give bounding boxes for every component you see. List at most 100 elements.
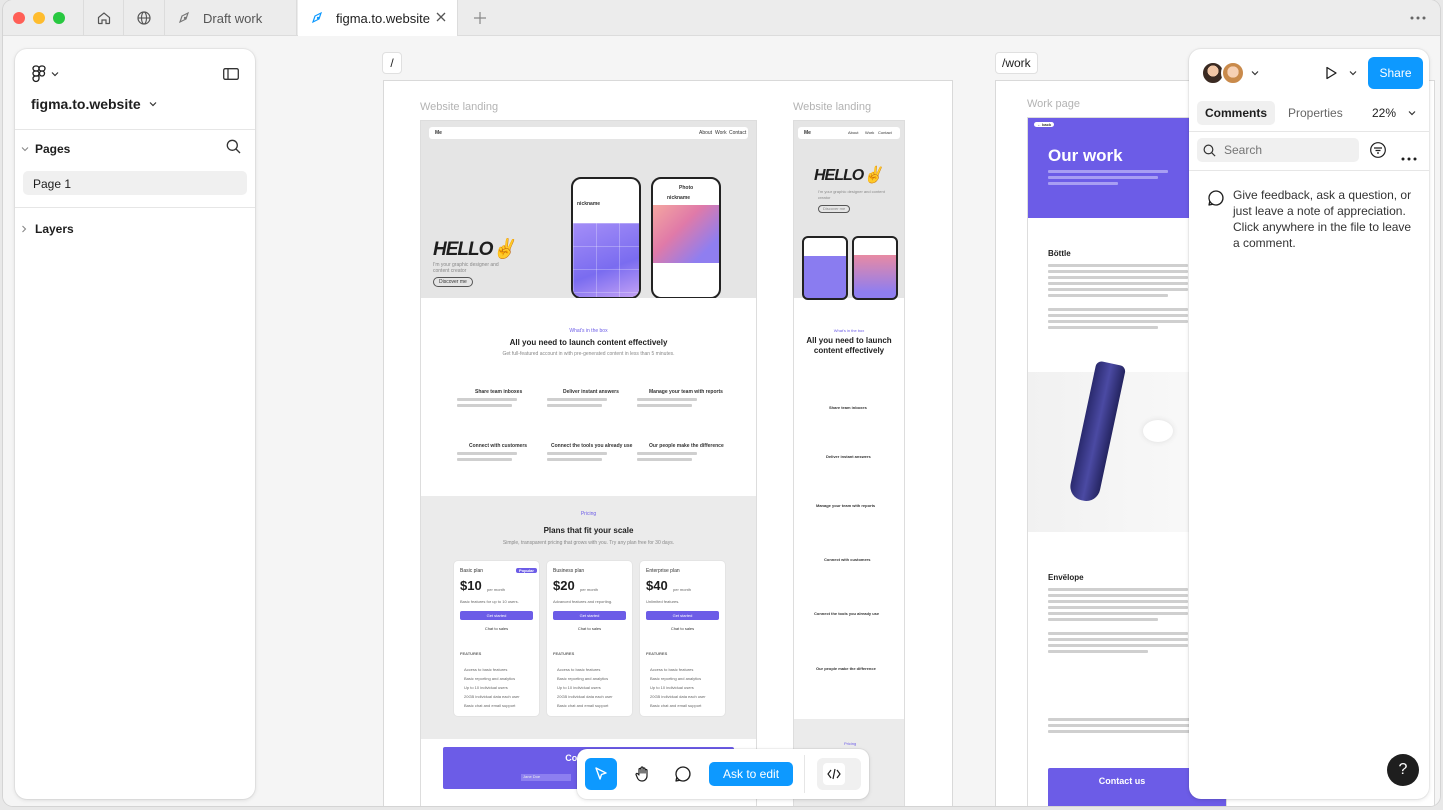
tab-comments[interactable]: Comments <box>1197 101 1276 125</box>
tab-draft-work[interactable]: Draft work <box>165 0 297 36</box>
plus-icon <box>474 12 486 24</box>
chat-sales-button[interactable]: Chat to sales <box>460 624 533 633</box>
feature-title: Share team inboxes <box>829 405 867 410</box>
frame-label: Work page <box>1027 98 1080 110</box>
community-tab[interactable] <box>124 0 165 36</box>
maximize-window-button[interactable] <box>53 12 65 24</box>
search-input[interactable] <box>1224 143 1354 157</box>
bottom-toolbar: Ask to edit <box>577 749 869 799</box>
tab-figma-to-website[interactable]: figma.to.website <box>298 0 458 36</box>
plan-feature: Basic chat and email support <box>464 703 516 708</box>
page-item-page-1[interactable]: Page 1 <box>23 171 247 195</box>
plan-feature: Access to basic features <box>464 667 508 672</box>
plan-card: Enterprise plan $40 per month Unlimited … <box>640 561 725 716</box>
chevron-down-icon <box>21 147 29 152</box>
contact-title: Contact us <box>1098 776 1146 786</box>
search-pages-button[interactable] <box>226 139 241 159</box>
features-label: FEATURES <box>460 651 482 656</box>
plan-card: Basic plan Popular $10 per month Basic f… <box>454 561 539 716</box>
feature-title: Our people make the difference <box>649 443 724 449</box>
zoom-menu[interactable]: 22% <box>1372 101 1416 125</box>
close-window-button[interactable] <box>13 12 25 24</box>
plan-feature: Up to 10 individual users <box>650 685 694 690</box>
hero-subtitle: I'm your graphic designer and content cr… <box>433 262 499 274</box>
nav-link[interactable]: Work <box>715 130 727 136</box>
tab-properties[interactable]: Properties <box>1288 101 1343 125</box>
more-icon <box>1410 16 1426 20</box>
share-button[interactable]: Share <box>1368 57 1423 89</box>
route-tag-work[interactable]: /work <box>995 52 1038 74</box>
help-button[interactable]: ? <box>1387 754 1419 786</box>
comments-more-button[interactable] <box>1401 148 1417 166</box>
plan-feature: 20GB individual data each user <box>650 694 706 699</box>
multiplayer-avatars[interactable] <box>1201 61 1259 85</box>
comment-icon <box>675 766 691 782</box>
layers-header[interactable]: Layers <box>21 222 74 236</box>
plan-description: Basic features for up to 10 users. <box>460 599 519 604</box>
home-icon <box>97 12 110 25</box>
home-tab[interactable] <box>83 0 124 36</box>
nav-link[interactable]: Work <box>865 130 874 135</box>
window-menu-button[interactable] <box>1403 0 1433 36</box>
contact-name-field[interactable]: Jane Doe <box>521 774 571 781</box>
plan-feature: Basic chat and email support <box>557 703 609 708</box>
plan-price: $10 <box>460 578 482 593</box>
hand-icon <box>635 766 648 782</box>
play-icon <box>1326 66 1337 80</box>
minimize-window-button[interactable] <box>33 12 45 24</box>
main-menu-button[interactable] <box>32 65 59 83</box>
chat-sales-button[interactable]: Chat to sales <box>646 624 719 633</box>
nav-logo: Me <box>804 130 811 136</box>
back-button[interactable]: ← back <box>1034 122 1055 127</box>
file-icon <box>177 10 193 26</box>
frame-label: Website landing <box>793 101 872 113</box>
pages-header[interactable]: Pages <box>21 142 70 156</box>
sidebar-toggle-button[interactable] <box>223 67 239 85</box>
route-tag-root[interactable]: / <box>382 52 402 74</box>
nav-link[interactable]: About <box>848 130 858 135</box>
filter-button[interactable] <box>1369 141 1387 164</box>
pricing-eyebrow: Pricing <box>580 511 597 517</box>
website-landing-desktop[interactable]: Me About Work Contact HELLO✌ I'm your gr… <box>420 120 757 806</box>
section-subtitle: Get full-featured account in with pre-ge… <box>502 351 675 357</box>
filter-icon <box>1370 142 1386 158</box>
right-panel: Share Comments Properties 22% Give f <box>1189 49 1429 799</box>
chat-sales-button[interactable]: Chat to sales <box>553 624 626 633</box>
canvas[interactable]: / /work Website landing Website landing … <box>3 37 1440 806</box>
page-item-label: Page 1 <box>33 177 72 191</box>
plan-name: Business plan <box>553 568 585 574</box>
phone-gallery <box>573 223 639 297</box>
new-tab-button[interactable] <box>465 0 495 36</box>
get-started-button[interactable]: Get started <box>553 611 626 620</box>
sidebar-icon <box>223 68 239 80</box>
nav-link[interactable]: Contact <box>878 130 892 135</box>
get-started-button[interactable]: Get started <box>646 611 719 620</box>
plan-feature: Access to basic features <box>650 667 694 672</box>
pricing-subtitle: Simple, transparent pricing that grows w… <box>502 540 675 546</box>
hero-button[interactable]: Discover me <box>818 205 851 213</box>
move-tool-button[interactable] <box>585 758 617 790</box>
search-icon <box>226 139 241 154</box>
phone-username: nickname <box>577 201 601 207</box>
plan-feature: Basic reporting and analytics <box>650 676 702 681</box>
feature-title: Deliver instant answers <box>826 454 871 459</box>
chevron-down-icon <box>51 72 59 77</box>
dev-mode-toggle[interactable] <box>817 758 861 790</box>
nav-bar: Me About Work Contact <box>429 127 748 139</box>
hero-button[interactable]: Discover me <box>433 277 473 287</box>
hand-tool-button[interactable] <box>627 758 659 790</box>
get-started-button[interactable]: Get started <box>460 611 533 620</box>
present-button[interactable] <box>1323 65 1357 81</box>
ask-to-edit-button[interactable]: Ask to edit <box>709 762 794 786</box>
avatar[interactable] <box>1221 61 1245 85</box>
website-landing-mobile[interactable]: Me About Work Contact HELLO✌ I'm your gr… <box>793 120 905 806</box>
section-eyebrow: What's in the box <box>833 328 865 333</box>
figma-logo-icon <box>32 65 46 83</box>
feature-title: Connect the tools you already use <box>551 443 633 449</box>
nav-link[interactable]: About <box>699 130 712 136</box>
close-tab-icon[interactable] <box>435 11 447 26</box>
nav-link[interactable]: Contact <box>729 130 746 136</box>
comment-tool-button[interactable] <box>667 758 699 790</box>
file-name-button[interactable]: figma.to.website <box>31 96 157 112</box>
comment-search[interactable] <box>1197 138 1359 162</box>
